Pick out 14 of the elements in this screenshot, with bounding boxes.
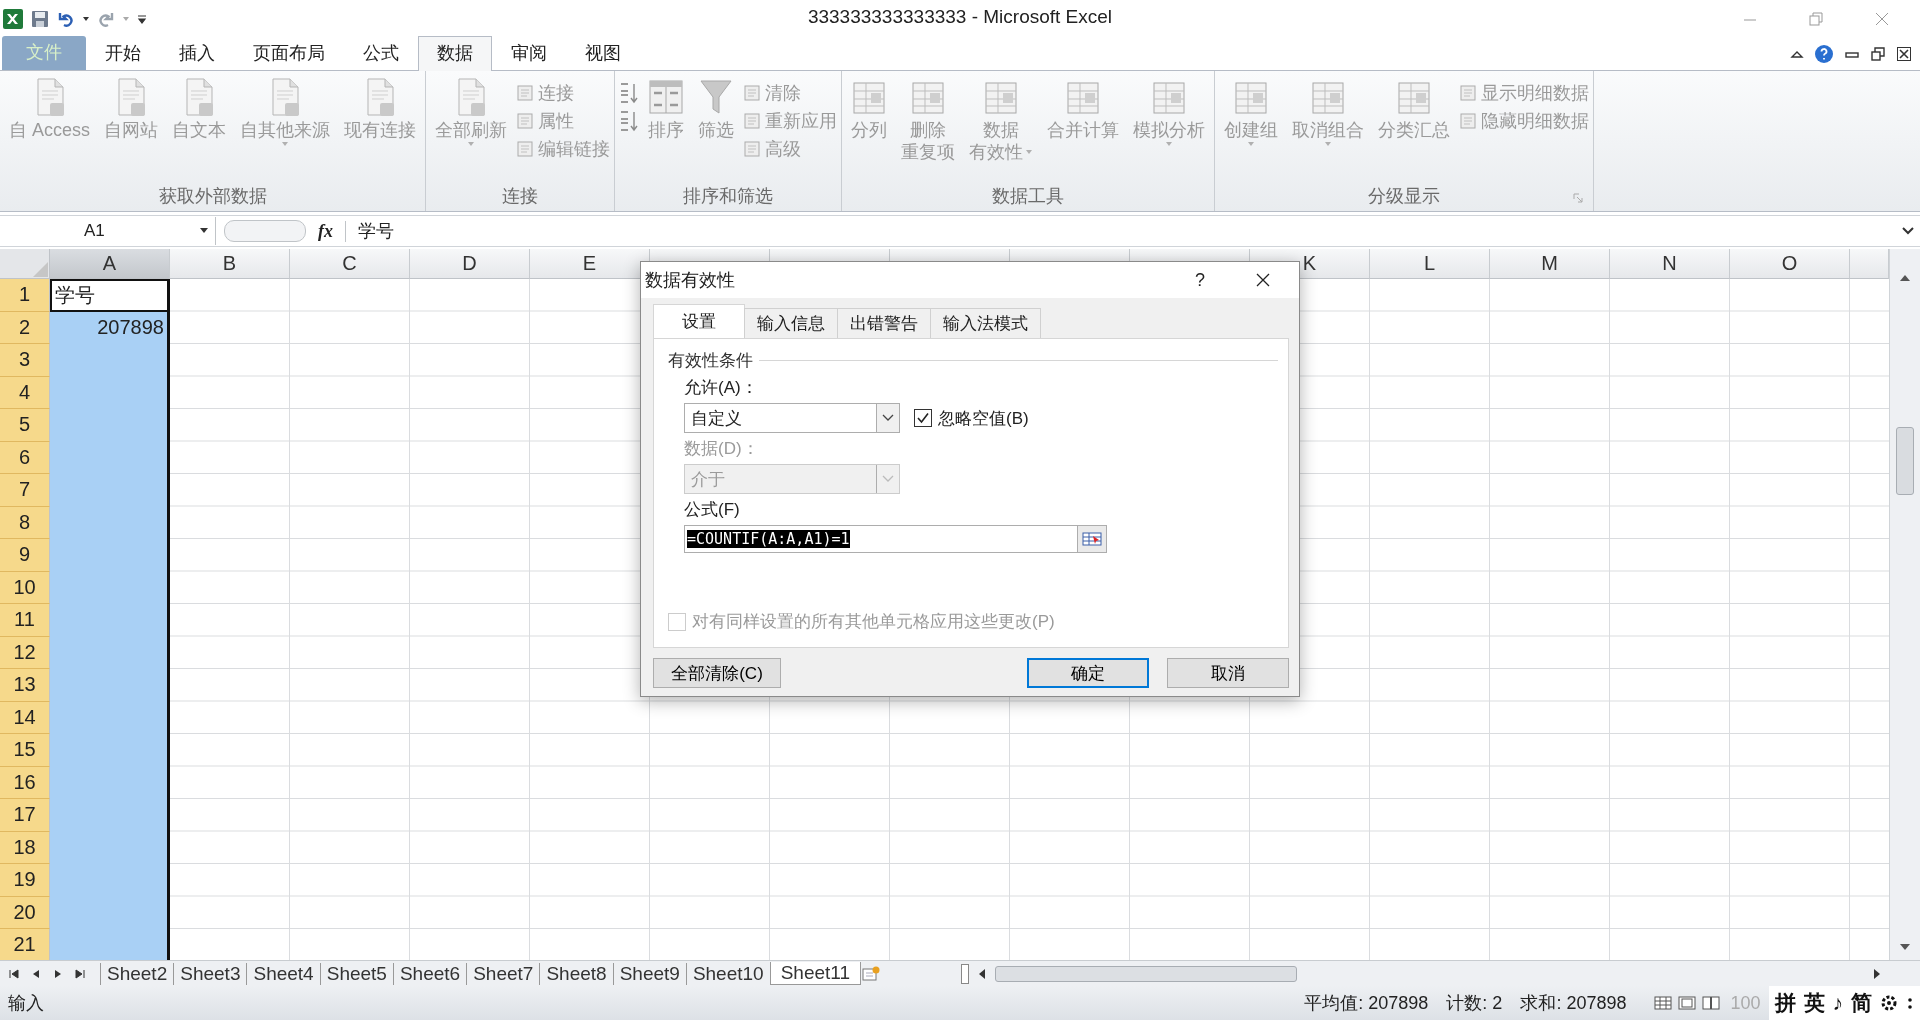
status-statistic: 求和: 207898 xyxy=(1520,992,1627,1015)
allow-label: 允许(A)： xyxy=(684,377,759,399)
status-statistic: 计数: 2 xyxy=(1446,992,1503,1015)
data-label: 数据(D)： xyxy=(684,438,760,460)
group-label: 数据工具 xyxy=(992,185,1065,208)
status-statistic: 平均值: 207898 xyxy=(1304,992,1429,1015)
group-label: 排序和筛选 xyxy=(683,185,774,208)
section-heading: 有效性条件 xyxy=(668,350,753,372)
group-label: 获取外部数据 xyxy=(158,185,267,208)
window-title: 333333333333333 - Microsoft Excel xyxy=(807,6,1113,28)
group-label: 分级显示 xyxy=(1368,185,1441,208)
status-mode: 输入 xyxy=(8,992,44,1015)
group-label: 连接 xyxy=(502,185,539,208)
formula-label: 公式(F) xyxy=(684,499,741,521)
